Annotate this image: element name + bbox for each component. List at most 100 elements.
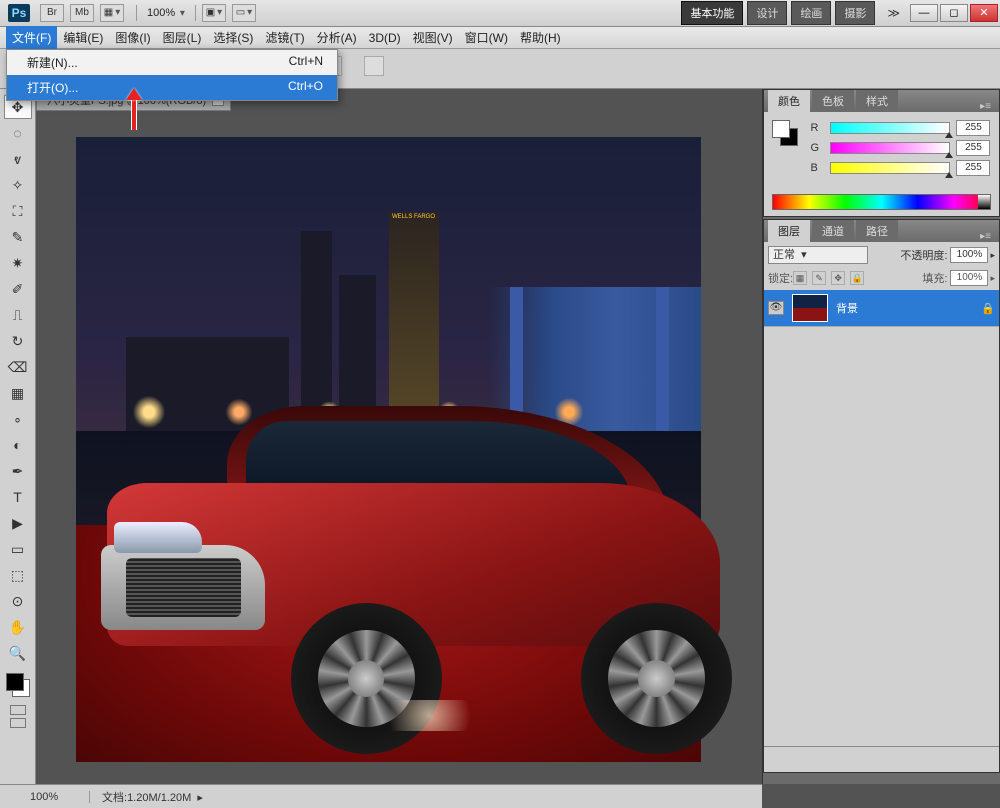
r-label: R — [810, 122, 824, 134]
tab-color[interactable]: 颜色 — [768, 90, 810, 112]
dodge-tool[interactable]: ◐ — [4, 433, 32, 457]
r-slider[interactable] — [830, 122, 950, 134]
menu-3d[interactable]: 3D(D) — [363, 28, 407, 48]
menu-item-label: 新建(N)... — [27, 54, 78, 71]
blend-mode-select[interactable]: 正常 ▾ — [768, 246, 868, 264]
more-workspaces-icon[interactable]: ≫ — [887, 6, 900, 20]
tab-styles[interactable]: 样式 — [856, 90, 898, 112]
canvas-area: 六小灵童PS.jpg @100%(RGB/8) × — [36, 89, 762, 784]
menu-item-new[interactable]: 新建(N)... Ctrl+N — [7, 50, 337, 75]
status-bar: 100% 文档:1.20M/1.20M ▸ — [0, 784, 762, 808]
menu-analysis[interactable]: 分析(A) — [311, 26, 363, 49]
layer-name: 背景 — [836, 300, 858, 316]
shape-tool[interactable]: ▭ — [4, 537, 32, 561]
fill-label: 填充: — [922, 270, 947, 286]
separator — [195, 5, 196, 21]
workspace-essentials[interactable]: 基本功能 — [681, 1, 743, 25]
workspace-design[interactable]: 设计 — [747, 1, 787, 25]
zoom-display[interactable]: 100% ▾ — [147, 7, 185, 19]
pen-tool[interactable]: ✒ — [4, 459, 32, 483]
workspace-photography[interactable]: 摄影 — [835, 1, 875, 25]
blur-tool[interactable]: ∘ — [4, 407, 32, 431]
layers-empty-area — [764, 326, 999, 746]
menu-item-shortcut: Ctrl+O — [288, 79, 323, 96]
screen-mode-toggle[interactable] — [10, 718, 26, 728]
tab-paths[interactable]: 路径 — [856, 220, 898, 242]
status-doc-info[interactable]: 文档:1.20M/1.20M ▸ — [102, 789, 203, 805]
title-bar: Ps Br Mb ▦▾ 100% ▾ ▣▾ ▭▾ 基本功能 设计 绘画 摄影 ≫… — [0, 0, 1000, 27]
b-slider[interactable] — [830, 162, 950, 174]
crop-tool[interactable]: ⛶ — [4, 199, 32, 223]
fill-value[interactable]: 100% — [950, 270, 988, 286]
tab-swatches[interactable]: 色板 — [812, 90, 854, 112]
close-button[interactable]: ✕ — [970, 4, 998, 22]
tab-channels[interactable]: 通道 — [812, 220, 854, 242]
fill-flyout-icon[interactable]: ▸ — [990, 273, 995, 284]
app-logo: Ps — [8, 4, 30, 22]
menu-layer[interactable]: 图层(L) — [157, 26, 208, 49]
3d-tool[interactable]: ⬚ — [4, 563, 32, 587]
quick-mask-toggle[interactable] — [10, 705, 26, 715]
r-value[interactable]: 255 — [956, 120, 990, 136]
color-picker[interactable] — [4, 671, 32, 699]
type-tool[interactable]: T — [4, 485, 32, 509]
visibility-toggle-icon[interactable]: 👁 — [768, 301, 784, 315]
spectrum-ramp[interactable] — [772, 194, 991, 210]
bridge-button[interactable]: Br — [40, 4, 64, 22]
auto-align-icon[interactable] — [364, 56, 384, 76]
healing-brush-tool[interactable]: ✷ — [4, 251, 32, 275]
view-options-button[interactable]: ▦▾ — [100, 4, 124, 22]
layer-row-background[interactable]: 👁 背景 🔒 — [764, 290, 999, 326]
opacity-value[interactable]: 100% — [950, 247, 988, 263]
gradient-tool[interactable]: ▦ — [4, 381, 32, 405]
menu-select[interactable]: 选择(S) — [207, 26, 259, 49]
menu-window[interactable]: 窗口(W) — [459, 26, 514, 49]
tab-layers[interactable]: 图层 — [768, 220, 810, 242]
minibridge-button[interactable]: Mb — [70, 4, 94, 22]
canvas[interactable] — [76, 137, 701, 762]
lasso-tool[interactable]: ⱴ — [4, 147, 32, 171]
stamp-tool[interactable]: ⎍ — [4, 303, 32, 327]
panel-menu-icon[interactable]: ▸≡ — [976, 231, 995, 242]
status-zoom[interactable]: 100% — [30, 791, 90, 803]
history-brush-tool[interactable]: ↻ — [4, 329, 32, 353]
3d-camera-tool[interactable]: ⊙ — [4, 589, 32, 613]
menu-view[interactable]: 视图(V) — [407, 26, 459, 49]
opacity-flyout-icon[interactable]: ▸ — [990, 250, 995, 261]
lock-transparency-icon[interactable]: ▦ — [793, 271, 807, 285]
screen-mode-button[interactable]: ▭▾ — [232, 4, 256, 22]
minimize-button[interactable]: — — [910, 4, 938, 22]
b-value[interactable]: 255 — [956, 160, 990, 176]
g-value[interactable]: 255 — [956, 140, 990, 156]
g-slider[interactable] — [830, 142, 950, 154]
menu-bar: 文件(F) 编辑(E) 图像(I) 图层(L) 选择(S) 滤镜(T) 分析(A… — [0, 27, 1000, 49]
menu-item-open[interactable]: 打开(O)... Ctrl+O — [7, 75, 337, 100]
eyedropper-tool[interactable]: ✎ — [4, 225, 32, 249]
menu-edit[interactable]: 编辑(E) — [57, 26, 109, 49]
tools-panel: ✥ ◌ ⱴ ✧ ⛶ ✎ ✷ ✐ ⎍ ↻ ⌫ ▦ ∘ ◐ ✒ T ▶ ▭ ⬚ ⊙ … — [0, 89, 36, 784]
maximize-button[interactable]: ◻ — [940, 4, 968, 22]
lock-position-icon[interactable]: ✥ — [831, 271, 845, 285]
color-swatch[interactable] — [772, 120, 798, 146]
marquee-tool[interactable]: ◌ — [4, 121, 32, 145]
menu-item-shortcut: Ctrl+N — [289, 54, 323, 71]
menu-file[interactable]: 文件(F) — [6, 26, 57, 49]
right-panels: 颜色 色板 样式 ▸≡ R 255 G — [762, 89, 1000, 784]
hand-tool[interactable]: ✋ — [4, 615, 32, 639]
arrange-button[interactable]: ▣▾ — [202, 4, 226, 22]
eraser-tool[interactable]: ⌫ — [4, 355, 32, 379]
color-panel: 颜色 色板 样式 ▸≡ R 255 G — [763, 89, 1000, 217]
foreground-color[interactable] — [6, 673, 24, 691]
menu-help[interactable]: 帮助(H) — [514, 26, 567, 49]
menu-image[interactable]: 图像(I) — [109, 26, 156, 49]
zoom-tool[interactable]: 🔍 — [4, 641, 32, 665]
lock-all-icon[interactable]: 🔒 — [850, 271, 864, 285]
magic-wand-tool[interactable]: ✧ — [4, 173, 32, 197]
workspace-painting[interactable]: 绘画 — [791, 1, 831, 25]
lock-pixels-icon[interactable]: ✎ — [812, 271, 826, 285]
layer-thumbnail[interactable] — [792, 294, 828, 322]
brush-tool[interactable]: ✐ — [4, 277, 32, 301]
menu-filter[interactable]: 滤镜(T) — [259, 26, 310, 49]
path-selection-tool[interactable]: ▶ — [4, 511, 32, 535]
panel-menu-icon[interactable]: ▸≡ — [976, 101, 995, 112]
